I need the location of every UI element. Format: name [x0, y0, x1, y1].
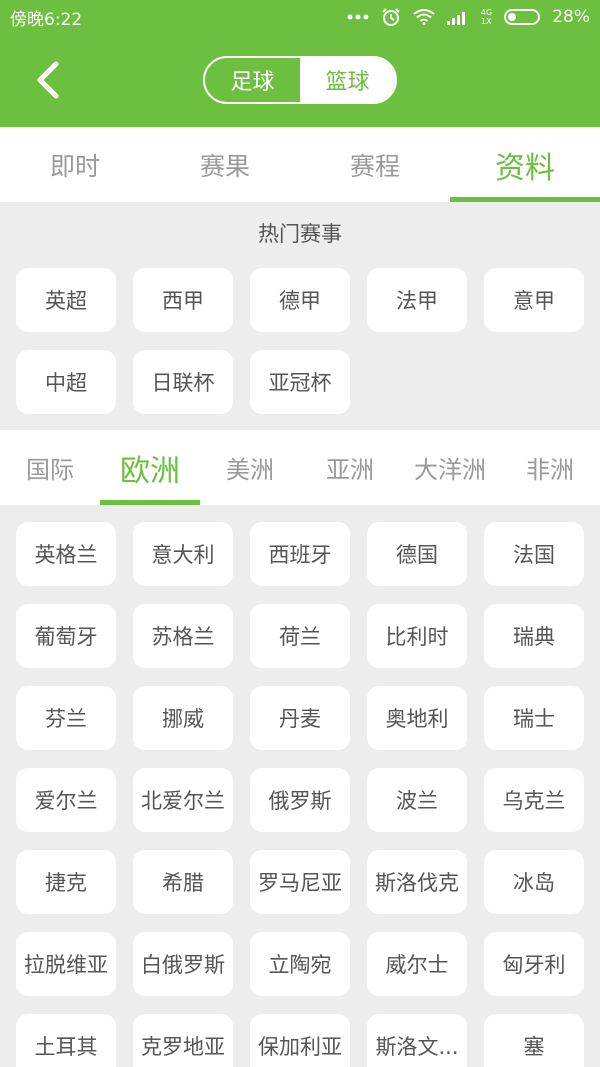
hot-event-chip[interactable]: 中超	[16, 350, 116, 414]
tab-live[interactable]: 即时	[0, 127, 150, 202]
country-chip[interactable]: 克罗地亚	[133, 1014, 233, 1067]
back-icon[interactable]	[30, 58, 70, 102]
alarm-icon	[381, 7, 401, 27]
toggle-football[interactable]: 足球	[205, 58, 300, 102]
battery-percent: 28%	[552, 7, 590, 27]
toggle-basketball[interactable]: 篮球	[300, 58, 395, 102]
country-chip[interactable]: 保加利亚	[250, 1014, 350, 1067]
country-chip[interactable]: 瑞典	[484, 604, 584, 668]
region-tab-oceania[interactable]: 大洋洲	[400, 430, 500, 505]
country-chip[interactable]: 匈牙利	[484, 932, 584, 996]
sport-toggle: 足球 篮球	[203, 56, 397, 104]
country-chip[interactable]: 奥地利	[367, 686, 467, 750]
country-chip[interactable]: 意大利	[133, 522, 233, 586]
tab-info[interactable]: 资料	[450, 127, 600, 202]
sim-type: 1X	[480, 17, 492, 26]
country-chip[interactable]: 丹麦	[250, 686, 350, 750]
tab-results[interactable]: 赛果	[150, 127, 300, 202]
country-chip[interactable]: 威尔士	[367, 932, 467, 996]
country-chip[interactable]: 拉脱维亚	[16, 932, 116, 996]
country-chip[interactable]: 葡萄牙	[16, 604, 116, 668]
hot-event-chip[interactable]: 西甲	[133, 268, 233, 332]
network-type: 4G	[480, 8, 493, 17]
wifi-icon	[413, 9, 435, 25]
signal-icon	[446, 9, 469, 25]
country-chip[interactable]: 挪威	[133, 686, 233, 750]
tab-schedule[interactable]: 赛程	[300, 127, 450, 202]
country-chip[interactable]: 英格兰	[16, 522, 116, 586]
hot-event-chip[interactable]: 德甲	[250, 268, 350, 332]
main-tabs: 即时 赛果 赛程 资料	[0, 127, 600, 202]
region-tab-international[interactable]: 国际	[0, 430, 100, 505]
hot-event-chip[interactable]: 日联杯	[133, 350, 233, 414]
region-tab-europe[interactable]: 欧洲	[100, 430, 200, 505]
country-chip[interactable]: 斯洛伐克	[367, 850, 467, 914]
country-chip[interactable]: 荷兰	[250, 604, 350, 668]
country-grid: 英格兰 意大利 西班牙 德国 法国葡萄牙 苏格兰 荷兰 比利时 瑞典芬兰 挪威 丹麦 奥地利 瑞士爱尔兰…	[16, 522, 584, 1067]
country-chip[interactable]: 西班牙	[250, 522, 350, 586]
country-chip[interactable]: 法国	[484, 522, 584, 586]
country-chip[interactable]: 比利时	[367, 604, 467, 668]
country-chip[interactable]: 爱尔兰	[16, 768, 116, 832]
status-icons: 4G 1X 28%	[347, 7, 590, 27]
hot-events-grid: 英超 西甲 德甲 法甲 意甲中超 日联杯 亚冠杯	[16, 268, 584, 414]
hot-event-chip[interactable]: 英超	[16, 268, 116, 332]
status-time: 傍晚6:22	[10, 9, 83, 30]
hot-event-chip[interactable]: 亚冠杯	[250, 350, 350, 414]
country-chip[interactable]: 乌克兰	[484, 768, 584, 832]
country-chip[interactable]: 俄罗斯	[250, 768, 350, 832]
status-bar: 傍晚6:22 4G 1X 28%	[0, 0, 600, 34]
country-chip[interactable]: 苏格兰	[133, 604, 233, 668]
country-chip[interactable]: 土耳其	[16, 1014, 116, 1067]
hot-events-title: 热门赛事	[258, 222, 342, 246]
country-chip[interactable]: 瑞士	[484, 686, 584, 750]
country-chip[interactable]: 塞	[484, 1014, 584, 1067]
country-chip[interactable]: 白俄罗斯	[133, 932, 233, 996]
region-tab-asia[interactable]: 亚洲	[300, 430, 400, 505]
country-chip[interactable]: 捷克	[16, 850, 116, 914]
country-chip[interactable]: 北爱尔兰	[133, 768, 233, 832]
region-tabs: 国际 欧洲 美洲 亚洲 大洋洲 非洲	[0, 430, 600, 505]
country-chip[interactable]: 德国	[367, 522, 467, 586]
country-chip[interactable]: 立陶宛	[250, 932, 350, 996]
country-chip[interactable]: 斯洛文...	[367, 1014, 467, 1067]
country-chip[interactable]: 罗马尼亚	[250, 850, 350, 914]
country-chip[interactable]: 波兰	[367, 768, 467, 832]
network-labels: 4G 1X	[481, 8, 492, 26]
country-chip[interactable]: 冰岛	[484, 850, 584, 914]
country-chip[interactable]: 希腊	[133, 850, 233, 914]
country-chip[interactable]: 芬兰	[16, 686, 116, 750]
header-bar: 足球 篮球	[0, 34, 600, 127]
region-tab-americas[interactable]: 美洲	[200, 430, 300, 505]
region-tab-africa[interactable]: 非洲	[500, 430, 600, 505]
dots-icon	[347, 14, 369, 20]
battery-icon	[504, 9, 541, 25]
hot-event-chip[interactable]: 意甲	[484, 268, 584, 332]
hot-event-chip[interactable]: 法甲	[367, 268, 467, 332]
